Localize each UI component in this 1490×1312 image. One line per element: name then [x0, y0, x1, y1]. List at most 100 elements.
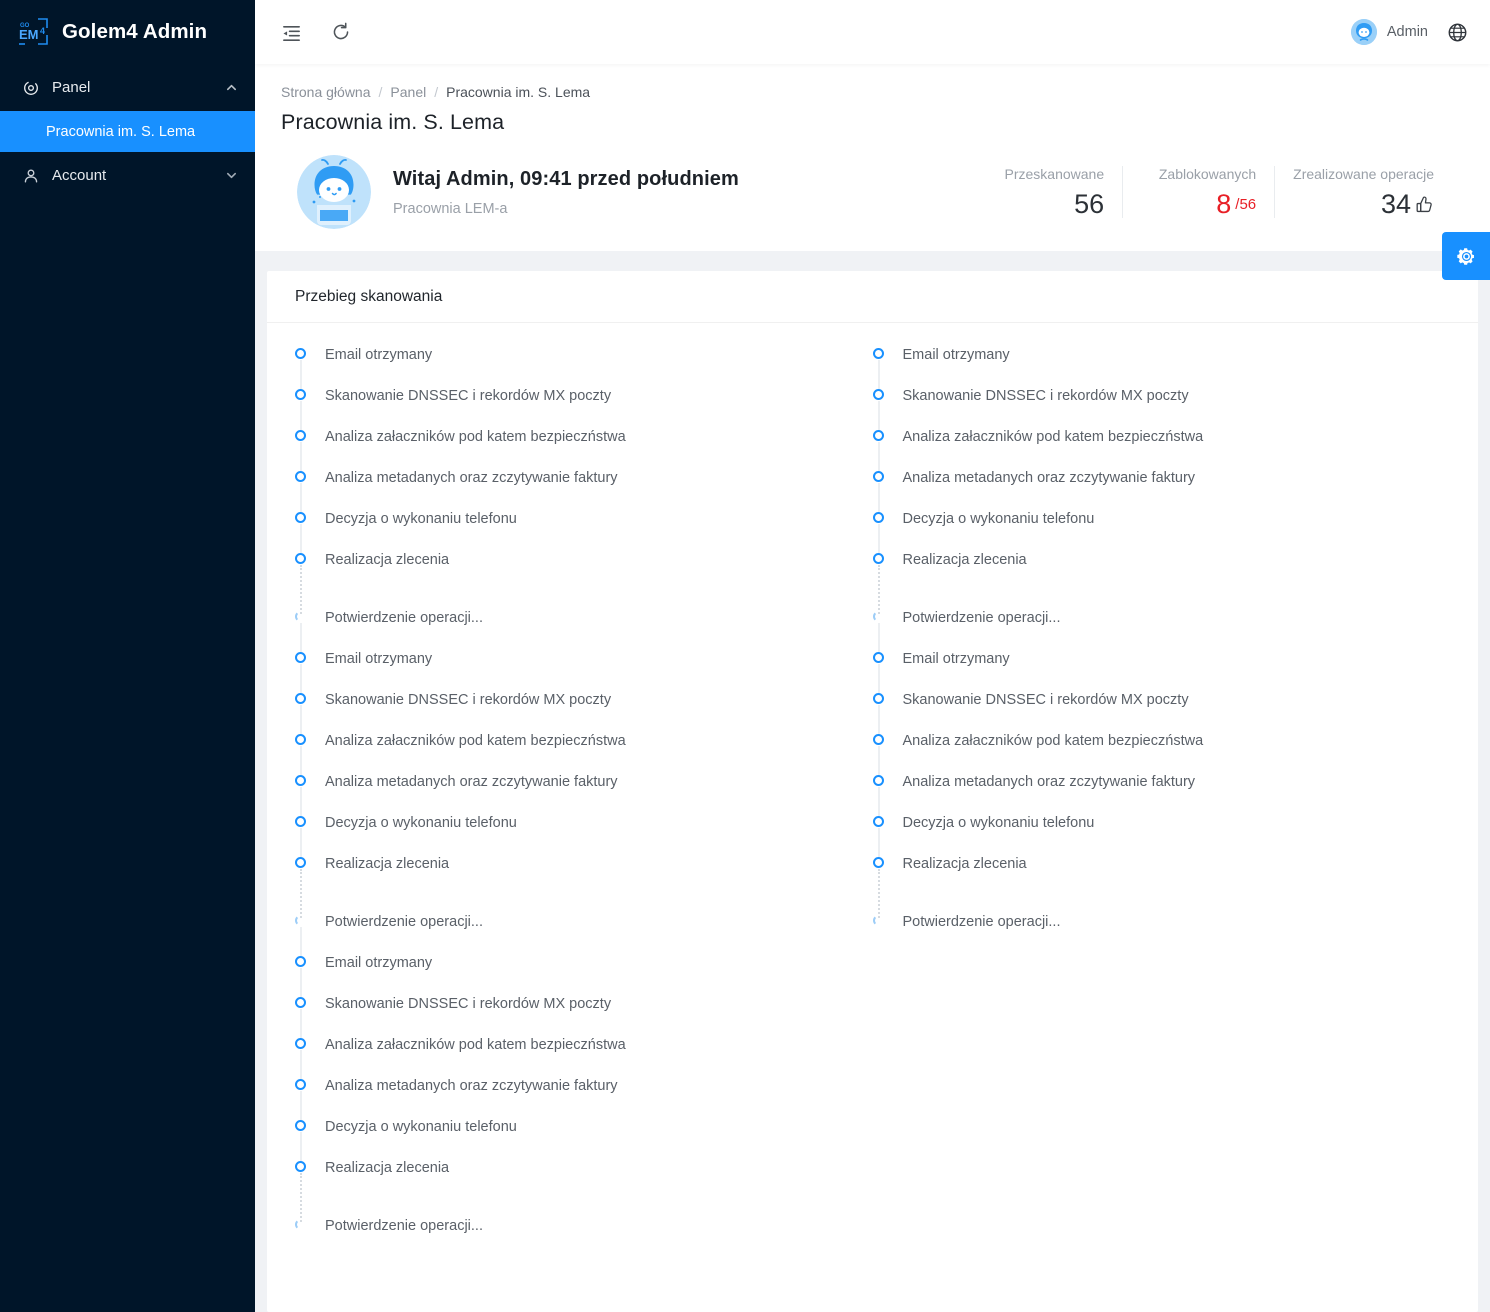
sidebar-item-label: Pracownia im. S. Lema: [46, 123, 196, 140]
timeline-item-label: Decyzja o wykonaniu telefonu: [902, 511, 1095, 527]
timeline-dot-icon: [295, 734, 306, 745]
stat-zrealizowane-operacje: Zrealizowane operacje 34: [1274, 166, 1452, 218]
timeline-item: Email otrzymany: [872, 347, 1451, 392]
stat-label: Przeskanowane: [1004, 166, 1105, 182]
sidebar: GO EM 4 Golem4 Admin Panel Pracownia im.…: [0, 0, 255, 1312]
timeline-dot-icon: [295, 389, 306, 400]
timeline-dot-icon: [295, 348, 306, 359]
timeline-item-label: Realizacja zlecenia: [325, 1160, 450, 1176]
reload-button[interactable]: [327, 18, 355, 46]
language-button[interactable]: [1446, 21, 1468, 43]
hero-panel: Witaj Admin, 09:41 przed południem Praco…: [281, 149, 1464, 251]
timeline-dot-icon: [872, 652, 884, 663]
breadcrumb-separator: /: [378, 84, 383, 100]
timeline-item-label: Skanowanie DNSSEC i rekordów MX poczty: [902, 388, 1189, 404]
timeline-item-label: Analiza załaczników pod katem bezpieczńs…: [325, 429, 626, 445]
timeline-item-label: Email otrzymany: [325, 347, 433, 363]
breadcrumb-item-home[interactable]: Strona główna: [281, 84, 371, 100]
timeline-item-label: Decyzja o wykonaniu telefonu: [325, 511, 517, 527]
breadcrumb: Strona główna / Panel / Pracownia im. S.…: [281, 84, 1464, 100]
timeline-item: Analiza metadanych oraz zczytywanie fakt…: [295, 1078, 873, 1123]
timeline-item-label: Analiza metadanych oraz zczytywanie fakt…: [325, 774, 618, 790]
timeline-left: Email otrzymany Skanowanie DNSSEC i rekor…: [295, 347, 873, 1259]
timeline-dot-icon: [872, 348, 884, 359]
timeline-dot-icon: [295, 1079, 306, 1090]
content-scroll-area[interactable]: Przebieg skanowania Email otrzymany Skano…: [255, 251, 1490, 1312]
timeline-item-label: Potwierdzenie operacji...: [902, 914, 1061, 930]
timeline-dot-icon: [872, 389, 884, 400]
timeline-item: Analiza załaczników pod katem bezpieczńs…: [872, 429, 1451, 474]
timeline-item-label: Decyzja o wykonaniu telefonu: [325, 815, 517, 831]
timeline-connector: [877, 869, 880, 918]
timeline-item: Decyzja o wykonaniu telefonu: [295, 1119, 873, 1164]
timeline-item-label: Analiza załaczników pod katem bezpieczńs…: [325, 733, 626, 749]
stat-value: 56: [1074, 189, 1105, 219]
timeline-dot-icon: [872, 430, 884, 441]
timeline-item: Email otrzymany: [295, 955, 873, 1000]
timeline-item: Potwierdzenie operacji...: [295, 914, 873, 959]
timeline-dot-icon: [295, 1038, 306, 1049]
timeline-item-label: Email otrzymany: [902, 347, 1010, 363]
timeline-dot-pending-icon: [295, 915, 306, 926]
breadcrumb-item-panel[interactable]: Panel: [390, 84, 426, 100]
svg-text:EM: EM: [19, 27, 39, 42]
page-title: Pracownia im. S. Lema: [281, 110, 505, 134]
sidebar-group-panel[interactable]: Panel: [0, 64, 255, 111]
timeline-item-label: Realizacja zlecenia: [902, 856, 1027, 872]
stats-group: Przeskanowane 56 Zablokowanych 8 /56 Zre…: [970, 166, 1464, 218]
hero-subtitle: Pracownia LEM-a: [393, 200, 508, 217]
timeline-dot-icon: [295, 956, 306, 967]
stat-value-suffix: /56: [1235, 196, 1257, 213]
timeline-connector: [300, 869, 302, 918]
timeline-item: Realizacja zlecenia: [295, 1160, 873, 1222]
menu-fold-button[interactable]: [277, 18, 305, 46]
timeline-dot-pending-icon: [872, 611, 884, 622]
user-menu[interactable]: Admin: [1350, 19, 1428, 45]
timeline-item: Analiza załaczników pod katem bezpieczńs…: [872, 733, 1451, 778]
golem4-logo-icon: GO EM 4: [19, 18, 48, 45]
timeline-connector: [300, 565, 302, 614]
timeline-item-label: Analiza załaczników pod katem bezpieczńs…: [325, 1037, 626, 1053]
timeline-item-label: Realizacja zlecenia: [902, 552, 1027, 568]
timeline-dot-icon: [295, 816, 306, 827]
timeline-item-label: Realizacja zlecenia: [325, 856, 450, 872]
stat-value-wrap: 56: [988, 191, 1104, 218]
timeline-dot-icon: [295, 775, 306, 786]
timeline-item: Skanowanie DNSSEC i rekordów MX poczty: [295, 692, 873, 737]
timeline-dot-icon: [872, 693, 884, 704]
timeline-item: Skanowanie DNSSEC i rekordów MX poczty: [295, 996, 873, 1041]
timeline-item: Realizacja zlecenia: [295, 856, 873, 918]
breadcrumb-item-current: Pracownia im. S. Lema: [446, 84, 591, 100]
timeline-item: Email otrzymany: [872, 651, 1451, 696]
timeline-dot-icon: [872, 553, 884, 564]
hero-greeting: Witaj Admin, 09:41 przed południem: [393, 167, 739, 190]
settings-button[interactable]: [1442, 232, 1490, 280]
right-gutter: [1478, 251, 1490, 1312]
card-title: Przebieg skanowania: [267, 271, 1478, 323]
page-header: Strona główna / Panel / Pracownia im. S.…: [255, 64, 1490, 251]
globe-icon: [1448, 23, 1466, 41]
sidebar-group-account-label: Account: [52, 167, 107, 184]
stat-label: Zablokowanych: [1158, 166, 1257, 182]
reload-icon: [333, 22, 349, 40]
timeline-dot-icon: [295, 471, 306, 482]
thumbs-up-icon: [1416, 196, 1432, 213]
timeline-item: Skanowanie DNSSEC i rekordów MX poczty: [872, 692, 1451, 737]
sidebar-group-account[interactable]: Account: [0, 152, 255, 199]
timeline-item: Decyzja o wykonaniu telefonu: [872, 511, 1451, 556]
topbar: Admin: [255, 0, 1490, 64]
timeline-dot-icon: [872, 512, 884, 523]
timeline-item-label: Analiza metadanych oraz zczytywanie fakt…: [325, 1078, 618, 1094]
sidebar-item-pracownia-im-s-lema[interactable]: Pracownia im. S. Lema: [0, 111, 255, 152]
timeline-item-label: Potwierdzenie operacji...: [902, 610, 1061, 626]
timeline-item: Potwierdzenie operacji...: [295, 610, 873, 655]
timeline-dot-icon: [295, 1120, 306, 1131]
timeline-item: Analiza metadanych oraz zczytywanie fakt…: [872, 470, 1451, 515]
brand[interactable]: GO EM 4 Golem4 Admin: [0, 0, 255, 64]
sidebar-group-panel-label: Panel: [52, 79, 91, 96]
timeline-item: Skanowanie DNSSEC i rekordów MX poczty: [295, 388, 873, 433]
dashboard-icon: [24, 80, 38, 95]
timeline-item: Email otrzymany: [295, 651, 873, 696]
stat-value: 8: [1216, 189, 1232, 219]
timeline-connector: [300, 1173, 302, 1222]
